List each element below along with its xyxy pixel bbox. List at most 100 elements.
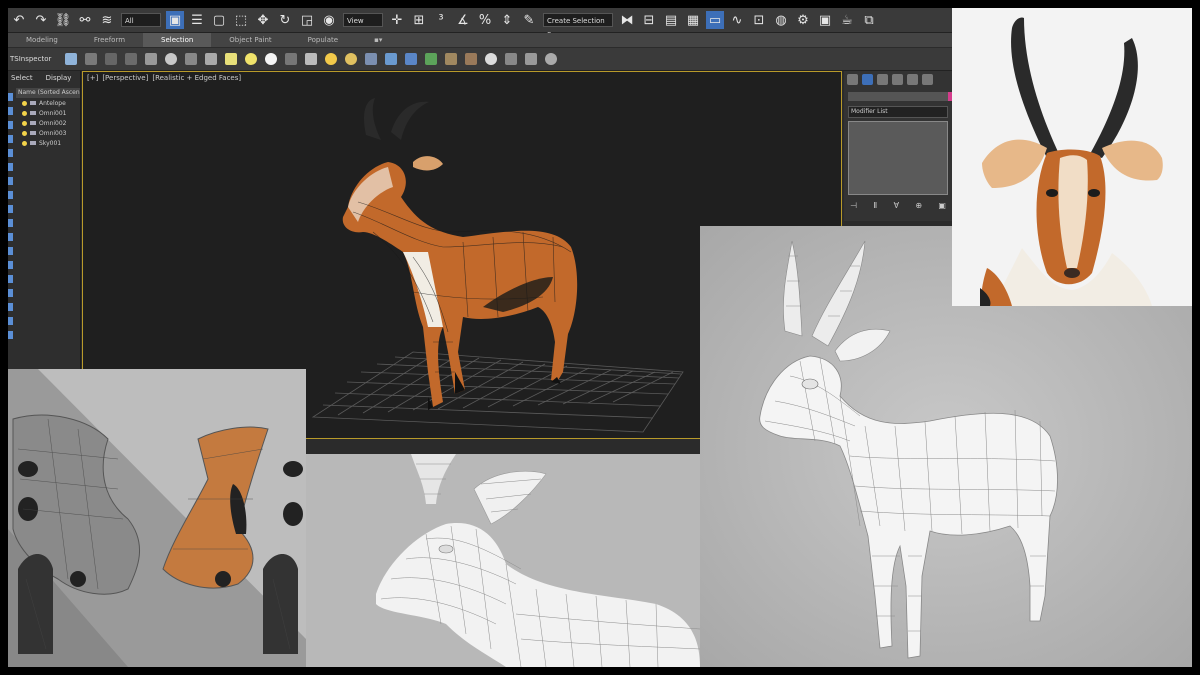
reference-coordinate-select[interactable]: View: [343, 13, 383, 27]
spinner-snap-icon[interactable]: ⇕: [498, 11, 516, 29]
final-render-panel: [952, 8, 1192, 306]
creature-icon[interactable]: [465, 53, 478, 65]
render-icon[interactable]: ☕: [838, 11, 856, 29]
schematic-view-icon[interactable]: ⊡: [750, 11, 768, 29]
plane-icon[interactable]: [225, 53, 238, 65]
remove-modifier-icon[interactable]: ⊕: [915, 201, 922, 210]
percent-snap-icon[interactable]: %: [476, 11, 494, 29]
rect-region-icon[interactable]: ▢: [210, 11, 228, 29]
tools-icon[interactable]: [145, 53, 158, 65]
tab-object-paint[interactable]: Object Paint: [211, 36, 289, 44]
explorer-side-toolbar: [8, 93, 14, 373]
snaps-icon[interactable]: ³: [432, 11, 450, 29]
wireframe-closeup-panel: [306, 454, 700, 667]
render-frame-icon[interactable]: [85, 53, 98, 65]
mirror-icon[interactable]: ⧓: [618, 11, 636, 29]
ribbon-tabs: Modeling Freeform Selection Object Paint…: [8, 33, 952, 47]
cone-icon[interactable]: [305, 53, 318, 65]
particle-icon[interactable]: [365, 53, 378, 65]
pin-stack-icon[interactable]: ⊣: [850, 201, 857, 210]
rendered-frame-icon[interactable]: ▣: [816, 11, 834, 29]
show-end-result-icon[interactable]: Ⅱ: [873, 201, 877, 210]
pivot-icon[interactable]: ✛: [388, 11, 406, 29]
render-setup-icon[interactable]: ⚙: [794, 11, 812, 29]
scene-item[interactable]: Omni001: [22, 108, 80, 118]
cloth-icon[interactable]: [405, 53, 418, 65]
configure-sets-icon[interactable]: ▣: [938, 201, 946, 210]
secondary-toolbar: TSInspector: [8, 48, 952, 71]
tab-populate[interactable]: Populate: [290, 36, 356, 44]
foliage-icon[interactable]: [425, 53, 438, 65]
layer-icon[interactable]: ▤: [662, 11, 680, 29]
utilities-tab-icon[interactable]: [922, 74, 933, 85]
manipulate-icon[interactable]: ⊞: [410, 11, 428, 29]
select-by-name-icon[interactable]: ☰: [188, 11, 206, 29]
select-object-icon[interactable]: ▣: [166, 11, 184, 29]
scene-explorer-tab-display[interactable]: Display: [46, 71, 72, 85]
angle-snap-icon[interactable]: ∡: [454, 11, 472, 29]
bind-spacewarp-icon[interactable]: ≋: [98, 11, 116, 29]
selection-filter-select[interactable]: All: [121, 13, 161, 27]
ribbon-options-icon[interactable]: ▪▾: [356, 36, 400, 44]
home-grid: [311, 351, 684, 433]
modifier-list-dropdown[interactable]: Modifier List: [848, 106, 948, 118]
undo-icon[interactable]: ↶: [10, 11, 28, 29]
material-sphere-icon[interactable]: [485, 53, 498, 65]
scene-item[interactable]: Antelope: [22, 98, 80, 108]
motion-tab-icon[interactable]: [892, 74, 903, 85]
uv-texture-panel: [8, 369, 306, 667]
tab-selection[interactable]: Selection: [143, 33, 212, 47]
object-name-field[interactable]: [848, 92, 956, 101]
window-crossing-icon[interactable]: ⬚: [232, 11, 250, 29]
hair-icon[interactable]: [385, 53, 398, 65]
place-icon[interactable]: ◉: [320, 11, 338, 29]
redo-icon[interactable]: ↷: [32, 11, 50, 29]
animal-icon[interactable]: [445, 53, 458, 65]
tab-modeling[interactable]: Modeling: [8, 36, 76, 44]
help-icon[interactable]: [545, 53, 558, 65]
teapot-icon[interactable]: [65, 53, 78, 65]
omni-light-icon[interactable]: [245, 53, 258, 65]
hierarchy-tab-icon[interactable]: [877, 74, 888, 85]
scene-explorer-column-header[interactable]: Name (Sorted Ascen: [16, 88, 80, 98]
sun-icon[interactable]: [325, 53, 338, 65]
sphere-icon[interactable]: [165, 53, 178, 65]
viewport-label[interactable]: [+] [Perspective] [Realistic + Edged Faces…: [87, 74, 245, 82]
edit-named-selection-icon[interactable]: ✎: [520, 11, 538, 29]
scene-item[interactable]: Omni003: [22, 128, 80, 138]
align-icon[interactable]: ⊟: [640, 11, 658, 29]
scene-item[interactable]: Omni002: [22, 118, 80, 128]
hemisphere-icon[interactable]: [285, 53, 298, 65]
scene-item[interactable]: Sky001: [22, 138, 80, 148]
named-selection-set-select[interactable]: Create Selection Se: [543, 13, 613, 39]
modify-tab-icon[interactable]: [862, 74, 873, 85]
sky-light-icon[interactable]: [265, 53, 278, 65]
unlink-icon[interactable]: ⚯: [76, 11, 94, 29]
rotate-icon[interactable]: ↻: [276, 11, 294, 29]
create-tab-icon[interactable]: [847, 74, 858, 85]
grid-icon[interactable]: [125, 53, 138, 65]
link-icon[interactable]: ⛓: [54, 11, 72, 29]
scene-explorer-icon[interactable]: ▦: [684, 11, 702, 29]
make-unique-icon[interactable]: ∀: [894, 201, 899, 210]
tab-freeform[interactable]: Freeform: [76, 36, 143, 44]
render-iterative-icon[interactable]: ⧉: [860, 11, 878, 29]
material-editor-icon[interactable]: ◍: [772, 11, 790, 29]
curve-editor-icon[interactable]: ∿: [728, 11, 746, 29]
bulb-icon[interactable]: [345, 53, 358, 65]
scene-explorer: Select Display Name (Sorted Ascen Antelo…: [8, 71, 81, 371]
cylinder-icon[interactable]: [205, 53, 218, 65]
display-icon[interactable]: [525, 53, 538, 65]
scale-icon[interactable]: ◲: [298, 11, 316, 29]
toggle-ribbon-icon[interactable]: ▭: [706, 11, 724, 29]
display-tab-icon[interactable]: [907, 74, 918, 85]
layout-icon[interactable]: [505, 53, 518, 65]
scene-explorer-tab-select[interactable]: Select: [11, 71, 33, 85]
box-icon[interactable]: [185, 53, 198, 65]
move-icon[interactable]: ✥: [254, 11, 272, 29]
modifier-stack[interactable]: [848, 121, 948, 195]
antelope-model: [342, 98, 578, 410]
composite-image: ↶ ↷ ⛓ ⚯ ≋ All ▣ ☰ ▢ ⬚ ✥ ↻ ◲ ◉ View ✛ ⊞ ³…: [8, 8, 1192, 667]
command-panel: Modifier List ⊣ Ⅱ ∀ ⊕ ▣: [844, 71, 956, 221]
list-icon[interactable]: [105, 53, 118, 65]
